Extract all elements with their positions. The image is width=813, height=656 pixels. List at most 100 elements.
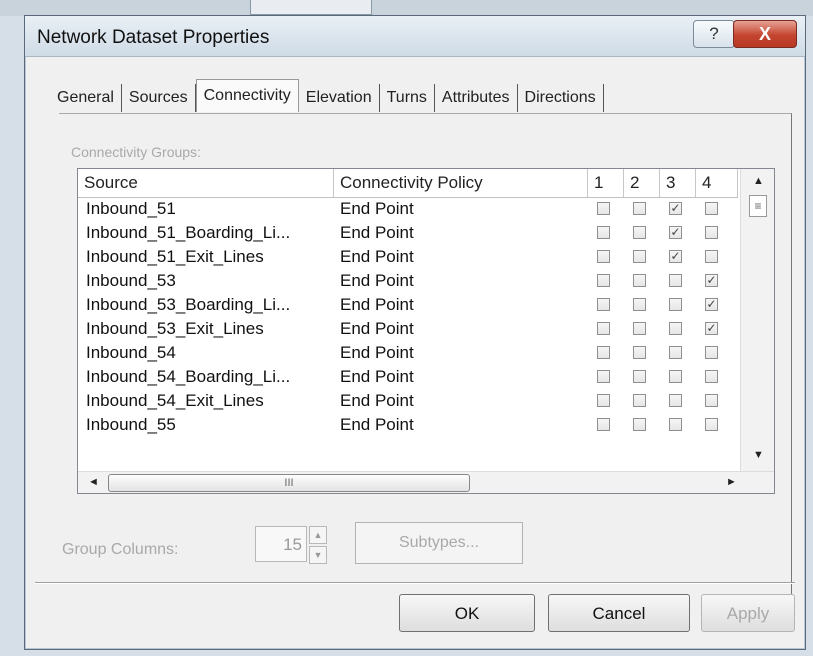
spin-up-icon[interactable]: ▲: [309, 526, 327, 544]
group-1-checkbox[interactable]: [597, 250, 610, 263]
group-2-checkbox[interactable]: [633, 394, 646, 407]
table-row[interactable]: Inbound_53_Boarding_Li... End Point ✓: [78, 293, 738, 317]
group-2-checkbox[interactable]: [633, 226, 646, 239]
group-4-checkbox[interactable]: [705, 370, 718, 383]
group-1-checkbox[interactable]: [597, 346, 610, 359]
cancel-button[interactable]: Cancel: [548, 594, 690, 632]
help-icon: ?: [709, 24, 719, 43]
column-header-group-4[interactable]: 4: [696, 169, 738, 197]
tab-directions[interactable]: Directions: [518, 84, 604, 112]
scroll-up-icon[interactable]: ▲: [753, 175, 764, 187]
tab-connectivity[interactable]: Connectivity: [195, 79, 299, 112]
group-4-checkbox[interactable]: [705, 346, 718, 359]
horizontal-scrollbar[interactable]: ◄ III ►: [78, 471, 774, 493]
group-3-checkbox[interactable]: [669, 346, 682, 359]
group-2-checkbox[interactable]: [633, 418, 646, 431]
policy-cell[interactable]: End Point: [340, 197, 580, 221]
connectivity-groups-list[interactable]: Source Connectivity Policy 1 2 3 4 Inbou…: [77, 168, 775, 494]
column-header-source[interactable]: Source: [78, 169, 334, 197]
policy-cell[interactable]: End Point: [340, 365, 580, 389]
policy-cell[interactable]: End Point: [340, 269, 580, 293]
tab-sources[interactable]: Sources: [122, 84, 196, 112]
tab-elevation[interactable]: Elevation: [299, 84, 380, 112]
table-row[interactable]: Inbound_51 End Point ✓: [78, 197, 738, 221]
group-1-checkbox[interactable]: [597, 226, 610, 239]
column-header-group-1[interactable]: 1: [588, 169, 624, 197]
group-3-checkbox[interactable]: [669, 274, 682, 287]
group-1-checkbox[interactable]: [597, 298, 610, 311]
scroll-right-icon[interactable]: ►: [726, 476, 737, 488]
group-4-checkbox[interactable]: [705, 250, 718, 263]
group-4-checkbox[interactable]: ✓: [705, 274, 718, 287]
policy-cell[interactable]: End Point: [340, 389, 580, 413]
group-1-checkbox[interactable]: [597, 394, 610, 407]
group-1-checkbox[interactable]: [597, 274, 610, 287]
policy-cell[interactable]: End Point: [340, 413, 580, 437]
group-columns-input[interactable]: 15: [255, 526, 307, 562]
group-2-checkbox[interactable]: [633, 370, 646, 383]
help-button[interactable]: ?: [693, 20, 735, 48]
group-2-checkbox[interactable]: [633, 298, 646, 311]
tab-strip: General Sources Connectivity Elevation T…: [57, 78, 604, 112]
spin-down-icon[interactable]: ▼: [309, 546, 327, 564]
source-cell: Inbound_53_Boarding_Li...: [86, 295, 291, 314]
dialog-title: Network Dataset Properties: [37, 27, 270, 48]
tab-turns[interactable]: Turns: [380, 84, 435, 112]
group-2-checkbox[interactable]: [633, 202, 646, 215]
group-4-checkbox[interactable]: [705, 418, 718, 431]
table-row[interactable]: Inbound_54_Exit_Lines End Point: [78, 389, 738, 413]
group-1-checkbox[interactable]: [597, 418, 610, 431]
policy-cell[interactable]: End Point: [340, 293, 580, 317]
close-icon: X: [758, 24, 771, 44]
group-1-checkbox[interactable]: [597, 370, 610, 383]
group-3-checkbox[interactable]: ✓: [669, 226, 682, 239]
title-bar[interactable]: Network Dataset Properties ? X: [25, 16, 805, 57]
policy-cell[interactable]: End Point: [340, 317, 580, 341]
group-3-checkbox[interactable]: ✓: [669, 202, 682, 215]
group-2-checkbox[interactable]: [633, 346, 646, 359]
table-row[interactable]: Inbound_53 End Point ✓: [78, 269, 738, 293]
table-row[interactable]: Inbound_55 End Point: [78, 413, 738, 437]
ok-button[interactable]: OK: [399, 594, 535, 632]
horizontal-scroll-thumb[interactable]: III: [108, 474, 470, 492]
vertical-scroll-thumb[interactable]: ≡: [749, 195, 767, 217]
group-3-checkbox[interactable]: [669, 394, 682, 407]
table-row[interactable]: Inbound_51_Boarding_Li... End Point ✓: [78, 221, 738, 245]
group-4-checkbox[interactable]: [705, 226, 718, 239]
group-3-checkbox[interactable]: [669, 370, 682, 383]
group-4-checkbox[interactable]: [705, 394, 718, 407]
policy-cell[interactable]: End Point: [340, 221, 580, 245]
apply-button[interactable]: Apply: [701, 594, 795, 632]
group-2-checkbox[interactable]: [633, 250, 646, 263]
vertical-scrollbar[interactable]: ▲ ≡ ▼: [740, 169, 774, 471]
column-header-group-3[interactable]: 3: [660, 169, 696, 197]
list-header: Source Connectivity Policy 1 2 3 4: [78, 169, 738, 198]
table-row[interactable]: Inbound_51_Exit_Lines End Point ✓: [78, 245, 738, 269]
close-button[interactable]: X: [733, 20, 797, 48]
table-row[interactable]: Inbound_54_Boarding_Li... End Point: [78, 365, 738, 389]
tab-general[interactable]: General: [57, 84, 122, 112]
table-row[interactable]: Inbound_53_Exit_Lines End Point ✓: [78, 317, 738, 341]
source-cell: Inbound_51_Exit_Lines: [86, 247, 264, 266]
scroll-left-icon[interactable]: ◄: [88, 476, 99, 488]
group-3-checkbox[interactable]: ✓: [669, 250, 682, 263]
column-header-policy[interactable]: Connectivity Policy: [334, 169, 588, 197]
scroll-down-icon[interactable]: ▼: [753, 449, 764, 461]
group-2-checkbox[interactable]: [633, 274, 646, 287]
group-1-checkbox[interactable]: [597, 322, 610, 335]
group-3-checkbox[interactable]: [669, 418, 682, 431]
group-3-checkbox[interactable]: [669, 322, 682, 335]
table-row[interactable]: Inbound_54 End Point: [78, 341, 738, 365]
group-3-checkbox[interactable]: [669, 298, 682, 311]
column-header-group-2[interactable]: 2: [624, 169, 660, 197]
group-1-checkbox[interactable]: [597, 202, 610, 215]
group-4-checkbox[interactable]: ✓: [705, 322, 718, 335]
group-2-checkbox[interactable]: [633, 322, 646, 335]
group-4-checkbox[interactable]: ✓: [705, 298, 718, 311]
policy-cell[interactable]: End Point: [340, 245, 580, 269]
policy-cell[interactable]: End Point: [340, 341, 580, 365]
subtypes-button[interactable]: Subtypes...: [355, 522, 523, 564]
group-4-checkbox[interactable]: [705, 202, 718, 215]
tab-attributes[interactable]: Attributes: [435, 84, 518, 112]
source-cell: Inbound_54_Boarding_Li...: [86, 367, 291, 386]
